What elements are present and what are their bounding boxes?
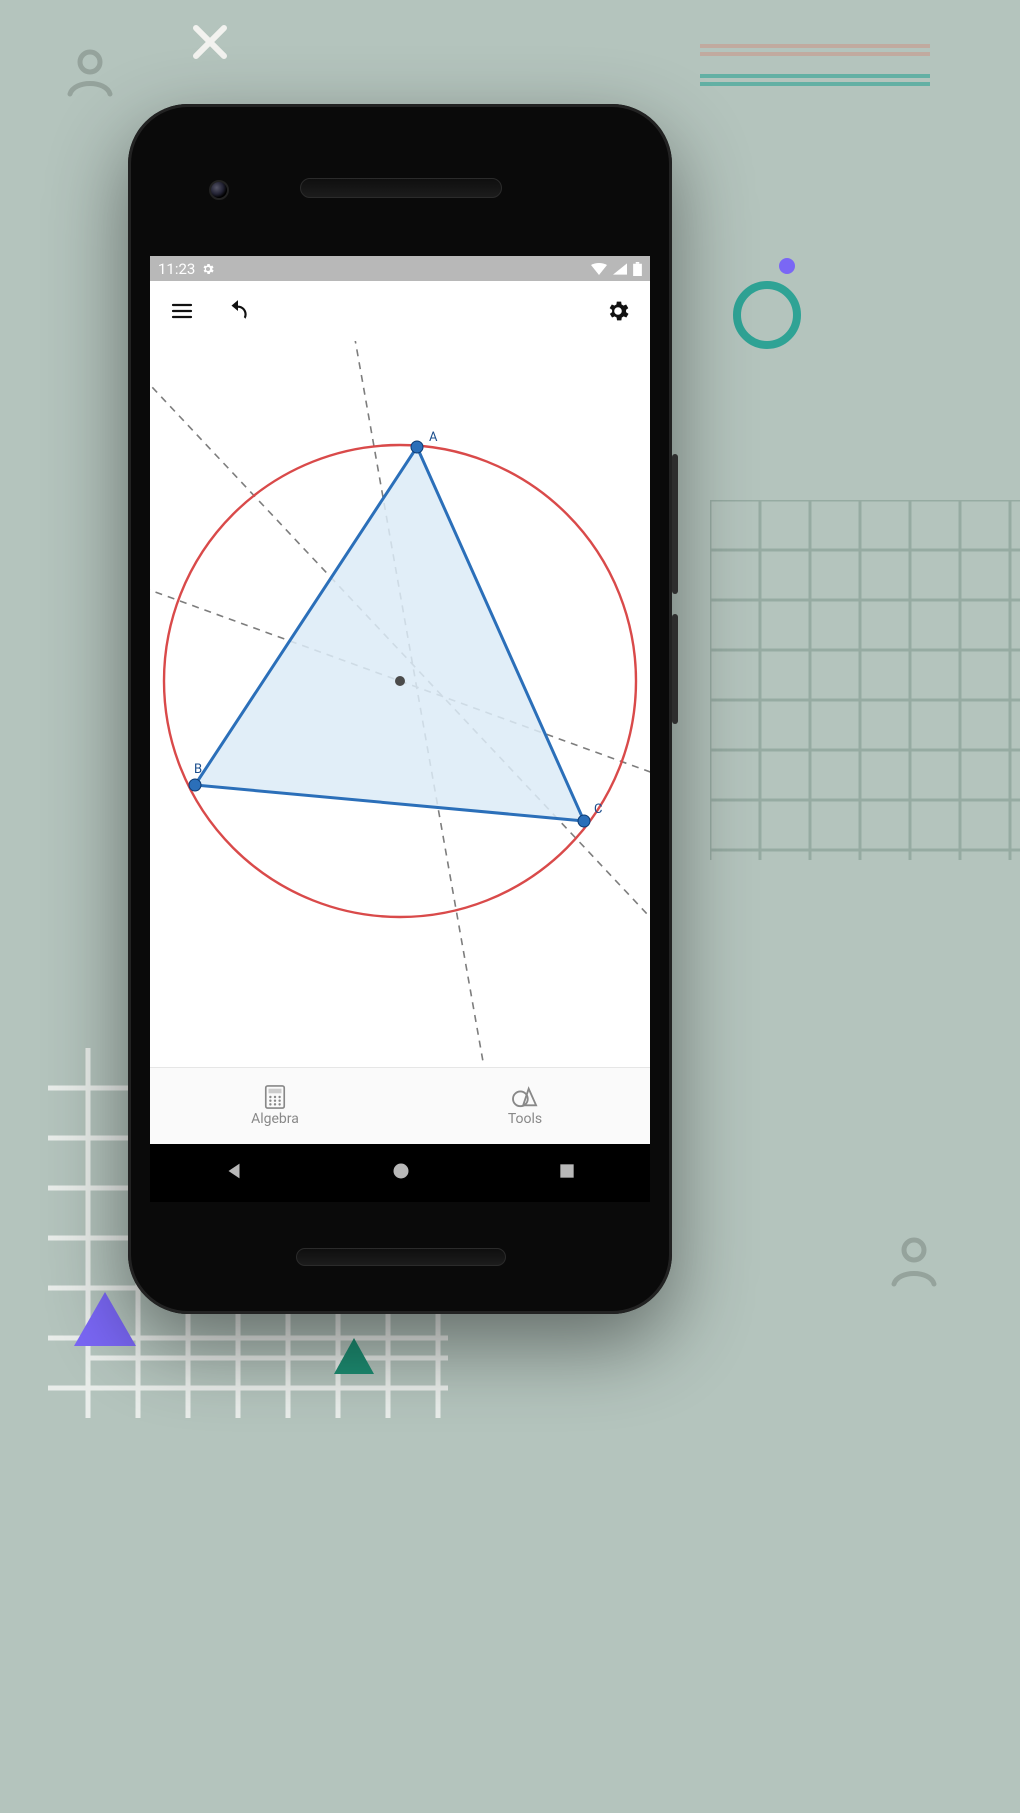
- geometry-canvas[interactable]: A B C: [150, 341, 650, 1067]
- point-c[interactable]: [578, 815, 590, 827]
- recent-icon: [557, 1161, 577, 1181]
- point-b[interactable]: [189, 779, 201, 791]
- phone-side-button: [672, 454, 678, 594]
- dot-decor: [777, 256, 797, 276]
- phone-camera: [209, 180, 229, 200]
- label-c: C: [594, 802, 602, 817]
- lines-decor: [690, 34, 940, 94]
- phone-speaker-bottom: [296, 1248, 506, 1266]
- tab-tools-label: Tools: [508, 1111, 542, 1127]
- android-status-bar: 11:23: [150, 256, 650, 281]
- android-nav-bar: [150, 1144, 650, 1202]
- label-b: B: [194, 762, 202, 777]
- cross-icon: [190, 22, 230, 62]
- nav-home[interactable]: [391, 1161, 411, 1185]
- phone-frame: 11:23: [128, 104, 672, 1314]
- app-screen: 11:23: [150, 256, 650, 1144]
- gear-icon: [605, 298, 631, 324]
- phone-speaker: [300, 178, 502, 198]
- triangle-decor-purple: [70, 1290, 140, 1350]
- tools-icon: [512, 1085, 538, 1109]
- undo-button[interactable]: [224, 297, 252, 325]
- person-icon: [60, 42, 120, 102]
- nav-back[interactable]: [223, 1160, 245, 1186]
- triangle[interactable]: [195, 447, 584, 821]
- grid-decor-right: [710, 500, 1020, 860]
- menu-icon: [170, 299, 194, 323]
- tab-algebra-label: Algebra: [251, 1111, 299, 1127]
- calculator-icon: [264, 1085, 286, 1109]
- phone-side-button: [672, 614, 678, 724]
- home-icon: [391, 1161, 411, 1181]
- app-toolbar: [150, 281, 650, 341]
- nav-recent[interactable]: [557, 1161, 577, 1185]
- battery-icon: [633, 262, 642, 276]
- back-icon: [223, 1160, 245, 1182]
- wifi-icon: [591, 263, 607, 275]
- circle-decor: [730, 278, 804, 352]
- point-a[interactable]: [411, 441, 423, 453]
- tab-algebra[interactable]: Algebra: [150, 1068, 400, 1144]
- triangle-decor-green: [330, 1336, 378, 1376]
- center-point[interactable]: [395, 676, 405, 686]
- menu-button[interactable]: [168, 297, 196, 325]
- bottom-bar: Algebra Tools: [150, 1067, 650, 1144]
- undo-icon: [225, 298, 251, 324]
- settings-button[interactable]: [604, 297, 632, 325]
- person-icon-2: [885, 1232, 943, 1292]
- tab-tools[interactable]: Tools: [400, 1068, 650, 1144]
- label-a: A: [429, 430, 438, 445]
- gear-icon: [201, 262, 215, 276]
- clock-text: 11:23: [158, 260, 195, 278]
- page-background: 11:23: [0, 0, 1020, 1813]
- geometry-svg: A B C: [150, 341, 650, 1063]
- signal-icon: [613, 263, 627, 275]
